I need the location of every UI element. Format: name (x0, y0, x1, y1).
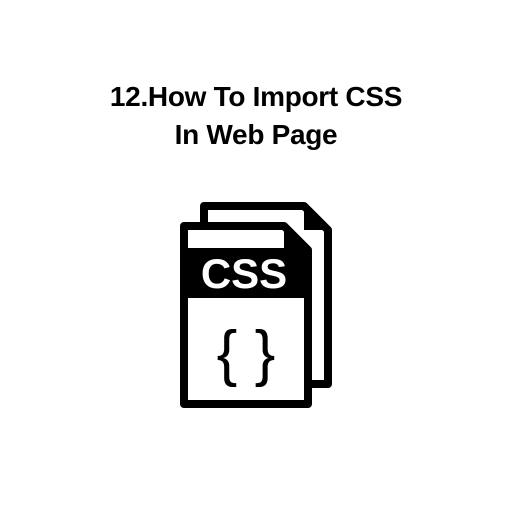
title-line-2: In Web Page (175, 119, 338, 150)
css-braces: { } (217, 319, 276, 388)
page-title: 12.How To Import CSS In Web Page (110, 78, 402, 154)
css-file-icon: CSS { } (156, 194, 356, 414)
title-line-1: 12.How To Import CSS (110, 81, 402, 112)
css-label: CSS (201, 250, 287, 297)
